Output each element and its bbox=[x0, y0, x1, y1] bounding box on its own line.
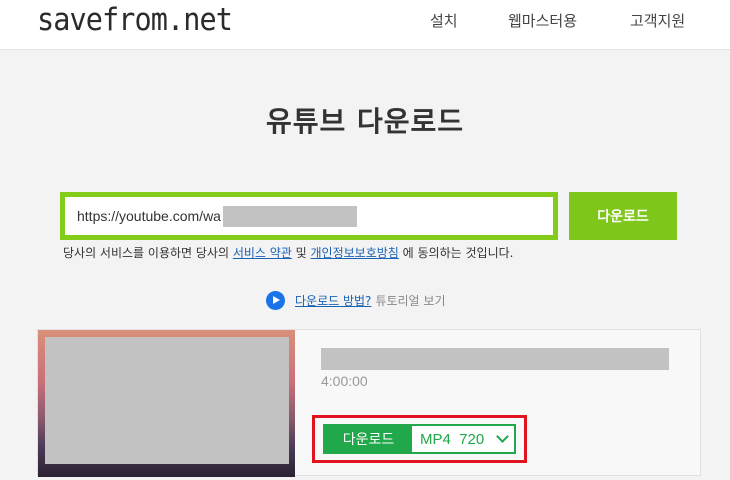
site-logo[interactable]: savefrom.net bbox=[37, 2, 233, 38]
video-result-card: 4:00:00 다운로드 MP4 720 bbox=[37, 329, 701, 477]
terms-suffix: 에 동의하는 것입니다. bbox=[398, 246, 514, 260]
thumbnail-redacted-area bbox=[45, 337, 289, 464]
url-input[interactable]: https://youtube.com/wa bbox=[60, 192, 558, 240]
terms-and: 및 bbox=[291, 246, 311, 260]
privacy-policy-link[interactable]: 개인정보보호방침 bbox=[311, 246, 399, 260]
nav-support[interactable]: 고객지원 bbox=[630, 10, 685, 31]
video-title-redacted bbox=[321, 348, 669, 370]
site-header: savefrom.net 설치 웹마스터용 고객지원 bbox=[0, 0, 730, 50]
nav-webmaster[interactable]: 웹마스터용 bbox=[508, 10, 577, 31]
play-icon[interactable] bbox=[266, 290, 285, 310]
download-split-button: 다운로드 MP4 720 bbox=[323, 424, 516, 454]
url-input-value[interactable]: https://youtube.com/wa bbox=[77, 208, 221, 224]
terms-prefix: 당사의 서비스를 이용하면 당사의 bbox=[63, 246, 233, 260]
howto-row: 다운로드 방법? 튜토리얼 보기 bbox=[266, 290, 446, 310]
format-label: MP4 720 bbox=[420, 430, 485, 448]
result-download-button[interactable]: 다운로드 bbox=[325, 426, 412, 452]
url-redacted-area bbox=[223, 206, 357, 227]
download-button[interactable]: 다운로드 bbox=[569, 192, 677, 240]
terms-notice: 당사의 서비스를 이용하면 당사의 서비스 약관 및 개인정보보호방침 에 동의… bbox=[63, 244, 513, 261]
chevron-down-icon bbox=[496, 430, 510, 443]
download-highlight-box: 다운로드 MP4 720 bbox=[312, 415, 527, 463]
nav-install[interactable]: 설치 bbox=[430, 10, 458, 31]
howto-link[interactable]: 다운로드 방법? bbox=[295, 292, 371, 309]
video-duration: 4:00:00 bbox=[321, 373, 368, 389]
format-select[interactable]: MP4 720 bbox=[412, 426, 514, 452]
video-thumbnail bbox=[38, 330, 295, 477]
page-title: 유튜브 다운로드 bbox=[265, 105, 465, 138]
tutorial-text: 튜토리얼 보기 bbox=[375, 293, 446, 308]
terms-of-service-link[interactable]: 서비스 약관 bbox=[233, 246, 292, 260]
